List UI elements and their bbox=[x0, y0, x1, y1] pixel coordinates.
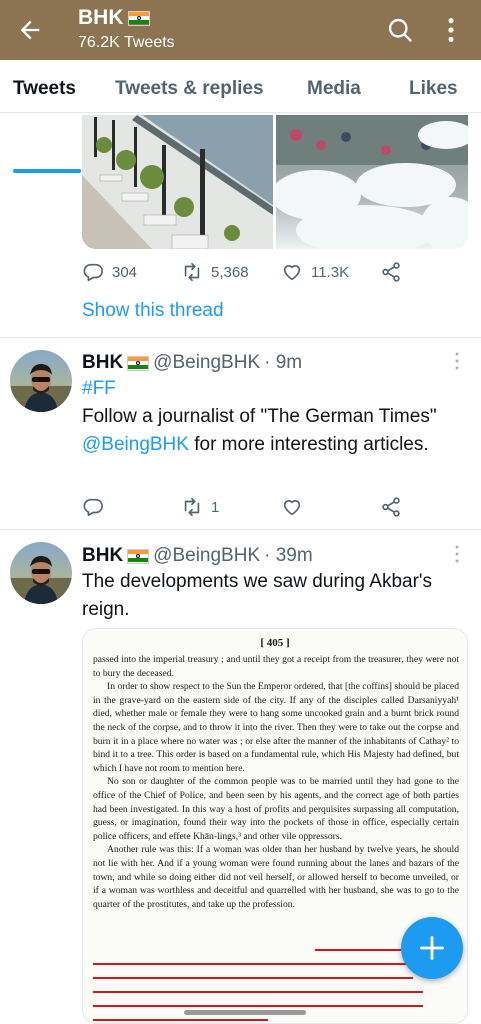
show-thread-link[interactable]: Show this thread bbox=[82, 300, 224, 322]
share-icon bbox=[382, 497, 400, 517]
tweet-more-icon[interactable] bbox=[453, 545, 461, 563]
reply-icon bbox=[83, 263, 103, 282]
retweet-action[interactable]: 5,368 bbox=[181, 261, 249, 283]
tweet-more-icon[interactable] bbox=[453, 352, 461, 370]
india-flag-icon bbox=[127, 10, 150, 26]
author-name[interactable]: BHK bbox=[82, 352, 123, 374]
media-image-foam-river[interactable] bbox=[276, 115, 468, 249]
active-tab-indicator bbox=[13, 169, 81, 173]
tweet-count: 76.2K Tweets bbox=[78, 34, 175, 51]
like-action[interactable] bbox=[281, 496, 303, 518]
reply-action[interactable] bbox=[82, 496, 104, 518]
author-handle[interactable]: @BeingBHK bbox=[153, 352, 260, 374]
like-icon bbox=[283, 265, 301, 281]
retweet-icon bbox=[184, 262, 200, 282]
tweet-author: BHK @BeingBHK · 9m bbox=[82, 352, 302, 374]
tweet-body: The developments we saw during Akbar's r… bbox=[82, 571, 433, 620]
reply-icon bbox=[83, 498, 103, 517]
document-paragraph: No son or daughter of the common people … bbox=[93, 776, 459, 842]
share-icon bbox=[382, 262, 400, 282]
compose-plus-icon bbox=[420, 936, 444, 960]
header-title: BHK bbox=[78, 6, 150, 30]
avatar[interactable] bbox=[10, 350, 72, 412]
tweet-divider bbox=[0, 337, 481, 338]
profile-header: BHK 76.2K Tweets bbox=[0, 0, 481, 60]
document-paragraph: In order to show respect to the Sun the … bbox=[93, 681, 459, 774]
author-handle[interactable]: @BeingBHK bbox=[153, 545, 260, 567]
tab-media[interactable]: Media bbox=[307, 78, 361, 100]
red-underline bbox=[93, 963, 423, 965]
search-icon[interactable] bbox=[386, 16, 414, 44]
tweet-time: · 9m bbox=[264, 352, 303, 373]
tweet-divider bbox=[0, 529, 481, 530]
tweet-media-grid bbox=[82, 115, 468, 249]
red-underline bbox=[93, 1005, 423, 1007]
tweet-time: · 39m bbox=[264, 545, 313, 566]
tab-tweets-replies[interactable]: Tweets & replies bbox=[115, 78, 264, 100]
tweet-hashtag[interactable]: #FF bbox=[82, 375, 452, 403]
retweet-action[interactable]: 1 bbox=[181, 496, 219, 518]
red-underline bbox=[93, 991, 423, 993]
document-paragraph: Another rule was this: If a woman was ol… bbox=[93, 844, 459, 910]
india-flag-icon bbox=[127, 355, 150, 371]
document-page-number: [ 405 ] bbox=[260, 637, 290, 649]
share-action[interactable] bbox=[380, 496, 402, 518]
red-underline bbox=[93, 977, 413, 979]
red-underline bbox=[315, 949, 415, 951]
document-text: passed into the imperial treasury ; and … bbox=[93, 653, 459, 911]
red-underline bbox=[93, 1019, 268, 1021]
document-paragraph: passed into the imperial treasury ; and … bbox=[93, 654, 459, 679]
tab-tweets[interactable]: Tweets bbox=[13, 78, 76, 100]
india-flag-icon bbox=[127, 548, 150, 564]
compose-tweet-button[interactable] bbox=[401, 917, 463, 979]
tab-likes[interactable]: Likes bbox=[409, 78, 458, 100]
more-vertical-icon[interactable] bbox=[444, 16, 458, 44]
tweet-author: BHK @BeingBHK · 39m bbox=[82, 545, 313, 567]
back-arrow-icon[interactable] bbox=[16, 16, 44, 44]
avatar[interactable] bbox=[10, 542, 72, 604]
profile-tabs: Tweets Tweets & replies Media Likes bbox=[0, 60, 481, 173]
tweet-body: Follow a journalist of "The German Times… bbox=[82, 406, 437, 455]
media-image-promenade[interactable] bbox=[82, 115, 273, 249]
tweet-mention[interactable]: @BeingBHK bbox=[82, 434, 189, 455]
retweet-icon bbox=[184, 497, 200, 517]
like-icon bbox=[283, 500, 301, 516]
share-action[interactable] bbox=[380, 261, 402, 283]
gesture-nav-bar[interactable] bbox=[184, 1010, 306, 1015]
like-action[interactable]: 11.3K bbox=[281, 261, 349, 283]
reply-action[interactable]: 304 bbox=[82, 261, 137, 283]
author-name[interactable]: BHK bbox=[82, 545, 123, 567]
